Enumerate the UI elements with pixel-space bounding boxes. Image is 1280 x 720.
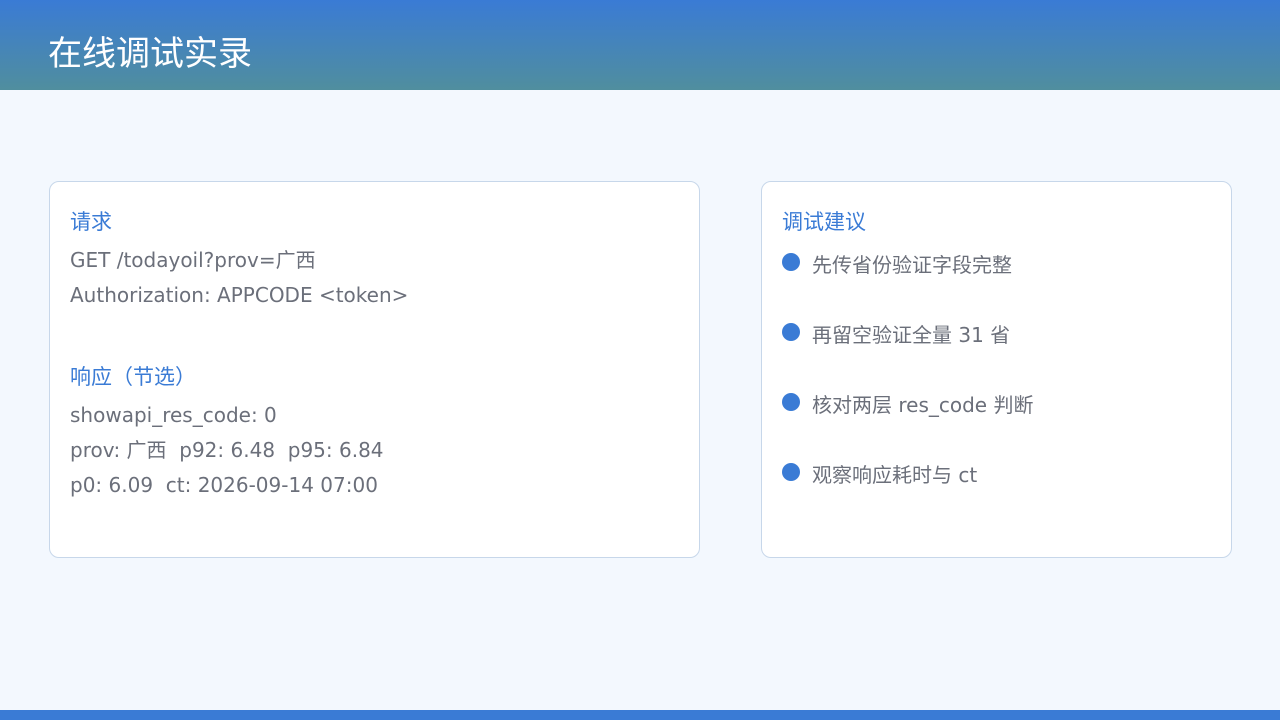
request-response-card: 请求 GET /todayoil?prov=广西 Authorization: … [49,181,700,558]
tip-text: 先传省份验证字段完整 [812,253,1012,277]
tip-item: 核对两层 res_code 判断 [782,392,1212,422]
response-heading: 响应（节选） [70,365,196,389]
debug-tips-card: 调试建议 先传省份验证字段完整 再留空验证全量 31 省 核对两层 res_co… [761,181,1232,558]
response-line: p0: 6.09 ct: 2026-09-14 07:00 [70,473,378,497]
page-title: 在线调试实录 [48,34,252,74]
request-header-line: Authorization: APPCODE <token> [70,283,409,307]
header-bar: 在线调试实录 [0,0,1280,90]
tip-text: 观察响应耗时与 ct [812,463,978,487]
tip-item: 观察响应耗时与 ct [782,462,1212,492]
response-line: showapi_res_code: 0 [70,403,277,427]
request-line: GET /todayoil?prov=广西 [70,248,316,272]
tip-item: 先传省份验证字段完整 [782,252,1212,282]
tip-text: 再留空验证全量 31 省 [812,323,1011,347]
response-line: prov: 广西 p92: 6.48 p95: 6.84 [70,438,384,462]
tip-text: 核对两层 res_code 判断 [812,393,1034,417]
bullet-dot-icon [782,393,800,411]
bullet-dot-icon [782,323,800,341]
bullet-dot-icon [782,253,800,271]
tip-item: 再留空验证全量 31 省 [782,322,1212,352]
tips-heading: 调试建议 [782,210,866,234]
footer-bar [0,710,1280,720]
request-heading: 请求 [70,210,112,234]
bullet-dot-icon [782,463,800,481]
